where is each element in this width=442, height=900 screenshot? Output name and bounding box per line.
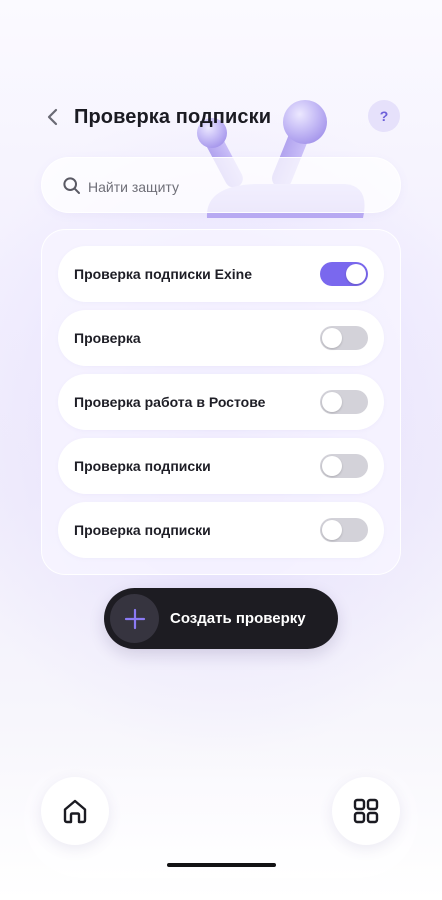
toggle-knob <box>322 520 342 540</box>
back-button[interactable] <box>40 104 66 130</box>
search-icon <box>63 177 80 194</box>
header: Проверка подписки ? <box>0 96 442 140</box>
create-check-label: Создать проверку <box>170 610 306 627</box>
chevron-left-icon <box>47 108 58 126</box>
check-row[interactable]: Проверка подписки <box>58 502 384 558</box>
page-title: Проверка подписки <box>74 106 272 128</box>
check-toggle[interactable] <box>320 326 368 350</box>
apps-button[interactable] <box>332 777 400 845</box>
home-icon <box>63 799 87 824</box>
help-button[interactable]: ? <box>368 100 400 132</box>
grid-icon <box>353 798 379 824</box>
check-label: Проверка работа в Ростове <box>74 394 266 410</box>
check-row[interactable]: Проверка <box>58 310 384 366</box>
toggle-knob <box>322 328 342 348</box>
check-row[interactable]: Проверка работа в Ростове <box>58 374 384 430</box>
create-check-button[interactable]: Создать проверку <box>104 588 338 649</box>
toggle-knob <box>322 392 342 412</box>
check-toggle[interactable] <box>320 454 368 478</box>
toggle-knob <box>346 264 366 284</box>
search-bar[interactable] <box>41 157 401 213</box>
check-toggle[interactable] <box>320 518 368 542</box>
home-indicator[interactable] <box>167 863 276 867</box>
screen: Проверка подписки ? Проверка подписки Ex… <box>0 0 442 900</box>
check-row-exine[interactable]: Проверка подписки Exine <box>58 246 384 302</box>
checks-list: Проверка подписки Exine Проверка Проверк… <box>41 229 401 575</box>
check-label: Проверка подписки Exine <box>74 266 253 282</box>
check-row[interactable]: Проверка подписки <box>58 438 384 494</box>
check-toggle[interactable] <box>320 262 368 286</box>
plus-icon <box>124 608 145 629</box>
search-input[interactable] <box>86 172 380 202</box>
check-label: Проверка <box>74 330 141 346</box>
home-button[interactable] <box>41 777 109 845</box>
plus-icon-circle <box>110 594 159 643</box>
check-toggle[interactable] <box>320 390 368 414</box>
check-label: Проверка подписки <box>74 458 211 474</box>
toggle-knob <box>322 456 342 476</box>
check-label: Проверка подписки <box>74 522 211 538</box>
